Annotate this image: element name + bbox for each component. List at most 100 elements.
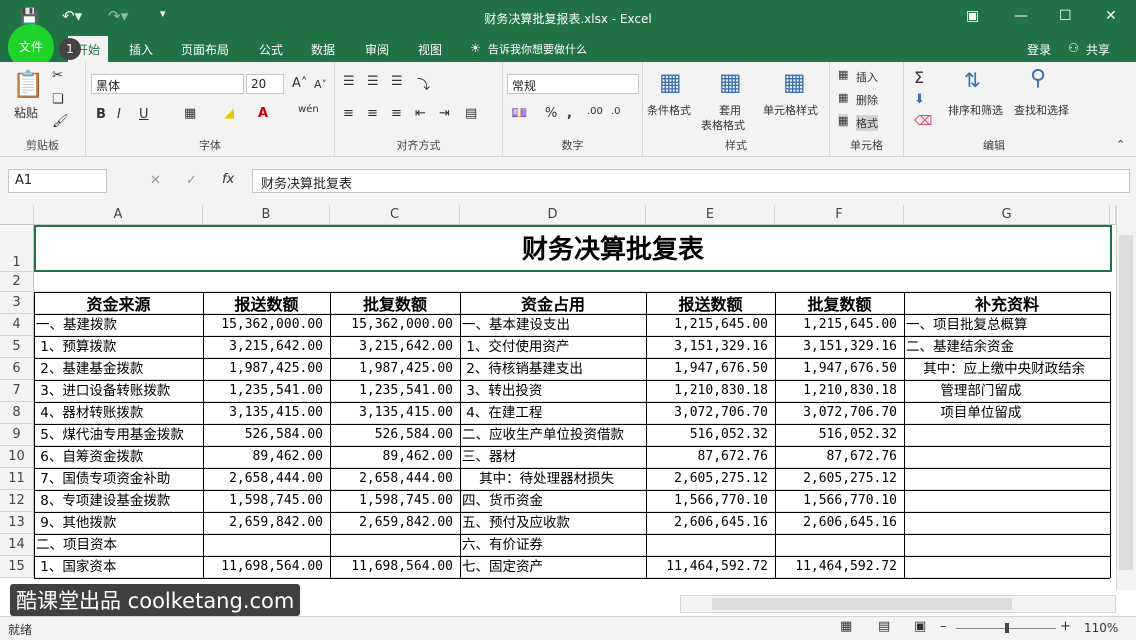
- row-header-9[interactable]: 9: [0, 424, 34, 446]
- delete-cells-button[interactable]: 删除: [856, 92, 878, 108]
- enter-icon[interactable]: ✓: [186, 173, 197, 188]
- table-cell[interactable]: 1,566,770.10: [777, 490, 903, 512]
- table-cell[interactable]: 11,698,564.00: [205, 556, 329, 578]
- column-header-E[interactable]: E: [646, 205, 775, 225]
- bold-button[interactable]: B: [96, 107, 106, 122]
- insert-function-button[interactable]: fx: [222, 172, 234, 187]
- decrease-indent-icon[interactable]: ⇤: [415, 106, 426, 121]
- sign-in-link[interactable]: 登录: [1027, 41, 1051, 58]
- tab-insert[interactable]: 插入: [129, 41, 153, 58]
- table-cell[interactable]: 四、货币资金: [462, 490, 645, 512]
- table-cell[interactable]: 1,987,425.00: [332, 358, 459, 380]
- paste-label[interactable]: 粘贴: [14, 104, 38, 121]
- row-header-12[interactable]: 12: [0, 490, 34, 512]
- table-cell[interactable]: 1,215,645.00: [648, 314, 774, 336]
- header-cell[interactable]: 资金占用: [460, 292, 646, 314]
- row-header-2[interactable]: 2: [0, 272, 34, 292]
- cut-icon[interactable]: ✂: [52, 68, 63, 83]
- worksheet-grid[interactable]: A B C D E F G 1 2 3 4 5 6 7 8 9 10 11 12 13 14 15 财务决算批复表 资金来源报…: [0, 205, 1136, 613]
- minimize-icon[interactable]: —: [1014, 8, 1028, 24]
- table-cell[interactable]: 1,566,770.10: [648, 490, 774, 512]
- header-cell[interactable]: 报送数额: [646, 292, 775, 314]
- table-cell[interactable]: 一、项目批复总概算: [906, 314, 1109, 336]
- table-cell[interactable]: 3,135,415.00: [332, 402, 459, 424]
- collapse-ribbon-icon[interactable]: ⌃: [1116, 138, 1125, 151]
- column-header-B[interactable]: B: [203, 205, 330, 225]
- table-cell[interactable]: 526,584.00: [205, 424, 329, 446]
- conditional-format-button[interactable]: 条件格式: [647, 102, 691, 118]
- comma-style-icon[interactable]: ,: [567, 106, 572, 121]
- font-color-icon[interactable]: A: [258, 106, 268, 121]
- table-cell[interactable]: 11,464,592.72: [777, 556, 903, 578]
- align-middle-icon[interactable]: ☰: [367, 74, 379, 89]
- table-cell[interactable]: 2,605,275.12: [777, 468, 903, 490]
- select-all-corner[interactable]: [0, 205, 34, 225]
- tell-me-box[interactable]: 告诉我你想要做什么: [488, 41, 587, 57]
- row-header-5[interactable]: 5: [0, 336, 34, 358]
- percent-icon[interactable]: %: [545, 106, 557, 121]
- table-cell[interactable]: 15,362,000.00: [332, 314, 459, 336]
- orientation-icon[interactable]: ⤵: [417, 74, 430, 93]
- header-cell[interactable]: 报送数额: [203, 292, 330, 314]
- increase-indent-icon[interactable]: ⇥: [439, 106, 450, 121]
- close-icon[interactable]: ✕: [1105, 8, 1117, 24]
- header-cell[interactable]: 批复数额: [330, 292, 460, 314]
- cell-style-icon[interactable]: ▦: [783, 68, 806, 96]
- table-cell[interactable]: 3,215,642.00: [332, 336, 459, 358]
- table-cell[interactable]: [332, 534, 459, 556]
- table-cell[interactable]: 1、国家资本: [36, 556, 202, 578]
- table-cell[interactable]: 3,135,415.00: [205, 402, 329, 424]
- share-button[interactable]: 共享: [1086, 41, 1110, 58]
- table-cell[interactable]: [906, 556, 1109, 578]
- table-cell[interactable]: 5、煤代油专用基金拨款: [36, 424, 202, 446]
- table-cell[interactable]: 2,606,645.16: [648, 512, 774, 534]
- shrink-font-icon[interactable]: A˅: [314, 78, 327, 91]
- table-cell[interactable]: [648, 534, 774, 556]
- insert-cells-button[interactable]: 插入: [856, 69, 878, 85]
- table-cell[interactable]: 六、有价证券: [462, 534, 645, 556]
- tab-page-layout[interactable]: 页面布局: [181, 41, 229, 58]
- table-cell[interactable]: [906, 512, 1109, 534]
- phonetic-button[interactable]: wén: [298, 104, 319, 115]
- table-cell[interactable]: 1,598,745.00: [205, 490, 329, 512]
- table-cell[interactable]: [777, 534, 903, 556]
- align-left-icon[interactable]: ≡: [343, 106, 354, 121]
- format-cells-button[interactable]: 格式: [856, 115, 878, 131]
- row-header-6[interactable]: 6: [0, 358, 34, 380]
- format-cells-icon[interactable]: ▦: [838, 114, 849, 127]
- table-cell[interactable]: 87,672.76: [648, 446, 774, 468]
- row-header-8[interactable]: 8: [0, 402, 34, 424]
- row-header-3[interactable]: 3: [0, 292, 34, 314]
- fill-color-icon[interactable]: ◢: [224, 106, 234, 121]
- page-break-view-icon[interactable]: ▣: [914, 619, 926, 634]
- merge-center-icon[interactable]: ▤: [465, 106, 477, 121]
- font-name-combo[interactable]: 黑体: [91, 74, 244, 94]
- row-header-4[interactable]: 4: [0, 314, 34, 336]
- table-cell[interactable]: 89,462.00: [332, 446, 459, 468]
- header-cell[interactable]: 补充资料: [904, 292, 1110, 314]
- table-cell[interactable]: 4、在建工程: [462, 402, 645, 424]
- table-cell[interactable]: 89,462.00: [205, 446, 329, 468]
- header-cell[interactable]: 资金来源: [34, 292, 203, 314]
- find-select-button[interactable]: 查找和选择: [1014, 102, 1069, 118]
- row-header-7[interactable]: 7: [0, 380, 34, 402]
- table-cell[interactable]: 1、预算拨款: [36, 336, 202, 358]
- vertical-scroll-thumb[interactable]: [1119, 235, 1133, 570]
- table-cell[interactable]: 1,987,425.00: [205, 358, 329, 380]
- decrease-decimal-icon[interactable]: .0: [611, 106, 621, 117]
- horizontal-scroll-thumb[interactable]: [712, 598, 1012, 610]
- zoom-out-icon[interactable]: –: [940, 619, 947, 634]
- table-cell[interactable]: [906, 424, 1109, 446]
- table-cell[interactable]: 2,605,275.12: [648, 468, 774, 490]
- table-cell[interactable]: 1,215,645.00: [777, 314, 903, 336]
- table-format-icon[interactable]: ▦: [719, 68, 742, 96]
- underline-button[interactable]: U: [139, 107, 149, 122]
- zoom-slider-thumb[interactable]: [1005, 623, 1009, 633]
- column-header-D[interactable]: D: [460, 205, 646, 225]
- row-header-15[interactable]: 15: [0, 556, 34, 578]
- table-cell[interactable]: 7、国债专项资金补助: [36, 468, 202, 490]
- table-cell[interactable]: 2、基建基金拨款: [36, 358, 202, 380]
- table-cell[interactable]: [906, 468, 1109, 490]
- table-cell[interactable]: [906, 446, 1109, 468]
- currency-icon[interactable]: 💷: [511, 106, 527, 121]
